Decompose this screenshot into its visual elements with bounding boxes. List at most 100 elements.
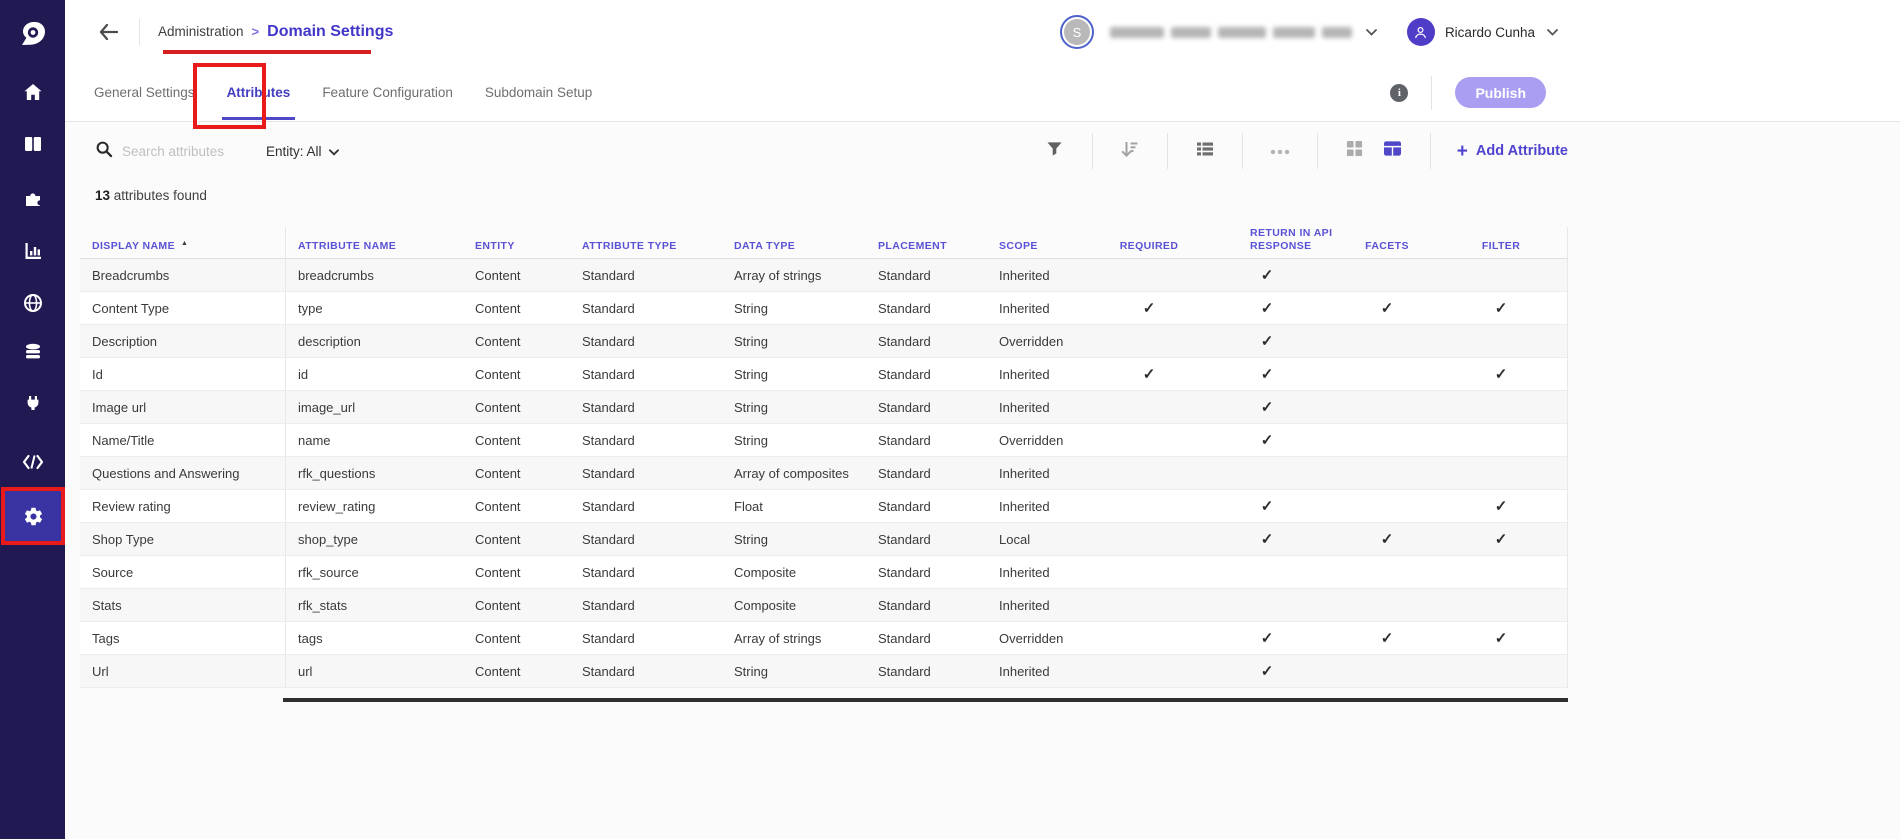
sidebar-item-analytics[interactable] [0, 227, 65, 275]
sidebar-item-settings[interactable] [4, 491, 62, 541]
cell-return_in_api_response: ✓ [1194, 622, 1340, 654]
table-row[interactable]: Description description Content Standard Str… [80, 325, 1567, 358]
table-row[interactable]: Stats rfk_stats Content Standard Composite St… [80, 589, 1567, 622]
add-attribute-button[interactable]: + Add Attribute [1457, 142, 1568, 161]
cell-required [1104, 424, 1194, 456]
cell-placement: Standard [878, 399, 931, 415]
more-options-button[interactable] [1269, 140, 1291, 162]
column-header-attribute_name[interactable]: ATTRIBUTE NAME [286, 227, 463, 261]
puzzle-icon [23, 188, 43, 208]
table-row[interactable]: Id id Content Standard String Standard Inherit… [80, 358, 1567, 391]
cell-required: ✓ [1104, 292, 1194, 324]
cell-attribute_type: Standard [582, 597, 635, 613]
column-header-data_type[interactable]: DATA TYPE [722, 227, 866, 261]
workspace-selector[interactable]: S [1059, 15, 1381, 49]
cell-scope: Inherited [999, 366, 1050, 382]
check-icon: ✓ [1260, 333, 1274, 350]
cell-data_type: String [734, 399, 768, 415]
cell-facets [1340, 325, 1434, 357]
cell-attribute_name: shop_type [298, 531, 358, 547]
cell-scope: Inherited [999, 300, 1050, 316]
grid-view-button[interactable] [1344, 140, 1366, 162]
cell-display_name: Image url [80, 391, 286, 423]
cell-placement: Standard [878, 498, 931, 514]
search-icon [95, 140, 122, 163]
chevron-down-icon [1366, 28, 1377, 36]
table-row[interactable]: Questions and Answering rfk_questions Cont… [80, 457, 1567, 490]
column-header-required[interactable]: REQUIRED [1104, 227, 1194, 261]
sidebar [0, 0, 65, 839]
header-divider [139, 19, 140, 45]
table-row[interactable]: Tags tags Content Standard Array of strings S… [80, 622, 1567, 655]
toolbar-icons: + Add Attribute [1044, 133, 1568, 169]
sidebar-item-global[interactable] [0, 279, 65, 327]
cell-scope: Inherited [999, 465, 1050, 481]
tab-general-settings[interactable]: General Settings [92, 64, 197, 122]
sidebar-item-home[interactable] [0, 68, 65, 116]
column-header-return_in_api_response[interactable]: RETURN IN API RESPONSE [1194, 227, 1340, 261]
table-row[interactable]: Url url Content Standard String Standard Inher… [80, 655, 1567, 688]
sidebar-item-developer[interactable] [0, 438, 65, 486]
sidebar-item-connectors[interactable] [0, 379, 65, 427]
table-row[interactable]: Name/Title name Content Standard String Stand… [80, 424, 1567, 457]
cell-return_in_api_response: ✓ [1194, 259, 1340, 291]
cell-placement: Standard [878, 564, 931, 580]
column-header-display_name[interactable]: DISPLAY NAME ▲ [80, 227, 286, 262]
cell-facets [1340, 457, 1434, 489]
horizontal-scrollbar[interactable] [283, 698, 1568, 702]
results-count-label: attributes found [113, 188, 207, 203]
tab-attributes[interactable]: Attributes [221, 64, 296, 122]
cell-scope: Local [999, 531, 1031, 547]
column-header-filter[interactable]: FILTER [1434, 227, 1568, 261]
table-row[interactable]: Review rating review_rating Content Standar… [80, 490, 1567, 523]
list-view-icon [1196, 141, 1214, 162]
cell-required [1104, 655, 1194, 687]
breadcrumb-parent[interactable]: Administration [158, 24, 244, 39]
cell-attribute_name: rfk_stats [298, 597, 348, 613]
column-header-scope[interactable]: SCOPE [987, 227, 1104, 261]
workspace-avatar: S [1059, 15, 1094, 49]
table-row[interactable]: Content Type type Content Standard String Sta… [80, 292, 1567, 325]
list-view-button[interactable] [1194, 140, 1216, 162]
sidebar-item-pages[interactable] [0, 120, 65, 168]
column-header-entity[interactable]: ENTITY [463, 227, 570, 261]
cell-data_type: Composite [734, 597, 797, 613]
publish-button[interactable]: Publish [1455, 77, 1546, 108]
tab-subdomain-setup[interactable]: Subdomain Setup [483, 64, 594, 122]
cell-facets: ✓ [1340, 523, 1434, 555]
table-row[interactable]: Shop Type shop_type Content Standard String S… [80, 523, 1567, 556]
table-row[interactable]: Source rfk_source Content Standard Composite… [80, 556, 1567, 589]
info-icon[interactable]: i [1390, 83, 1409, 102]
table-row[interactable]: Breadcrumbs breadcrumbs Content Standard Arr… [80, 259, 1567, 292]
entity-filter-dropdown[interactable]: Entity: All [266, 144, 339, 159]
filter-button[interactable] [1044, 140, 1066, 162]
column-header-placement[interactable]: PLACEMENT [866, 227, 987, 261]
cell-scope: Inherited [999, 267, 1050, 283]
check-icon: ✓ [1260, 432, 1274, 449]
sidebar-item-widgets[interactable] [0, 174, 65, 222]
cell-attribute_name: type [298, 300, 323, 316]
app-logo[interactable] [0, 10, 65, 58]
check-icon: ✓ [1260, 267, 1274, 284]
cell-filter [1434, 556, 1568, 588]
sidebar-item-sources[interactable] [0, 328, 65, 376]
main-area: Administration > Domain Settings S Ricar… [65, 0, 1900, 839]
cell-attribute_name: rfk_questions [298, 465, 376, 481]
attributes-toolbar: Entity: All [65, 122, 1900, 180]
cell-attribute_type: Standard [582, 663, 635, 679]
check-icon: ✓ [1380, 630, 1394, 647]
back-button[interactable] [95, 19, 121, 45]
sort-button[interactable] [1119, 140, 1141, 162]
bar-chart-icon [23, 241, 43, 261]
user-menu[interactable]: Ricardo Cunha [1406, 18, 1562, 46]
annotation-underline-breadcrumb [163, 50, 371, 54]
cell-display_name: Id [80, 358, 286, 390]
results-count-number: 13 [95, 188, 111, 203]
column-header-facets[interactable]: FACETS [1340, 227, 1434, 261]
table-view-button[interactable] [1382, 140, 1404, 162]
table-row[interactable]: Image url image_url Content Standard String S… [80, 391, 1567, 424]
cell-facets: ✓ [1340, 292, 1434, 324]
column-header-attribute_type[interactable]: ATTRIBUTE TYPE [570, 227, 722, 261]
search-input[interactable] [122, 143, 240, 159]
tab-feature-configuration[interactable]: Feature Configuration [320, 64, 455, 122]
